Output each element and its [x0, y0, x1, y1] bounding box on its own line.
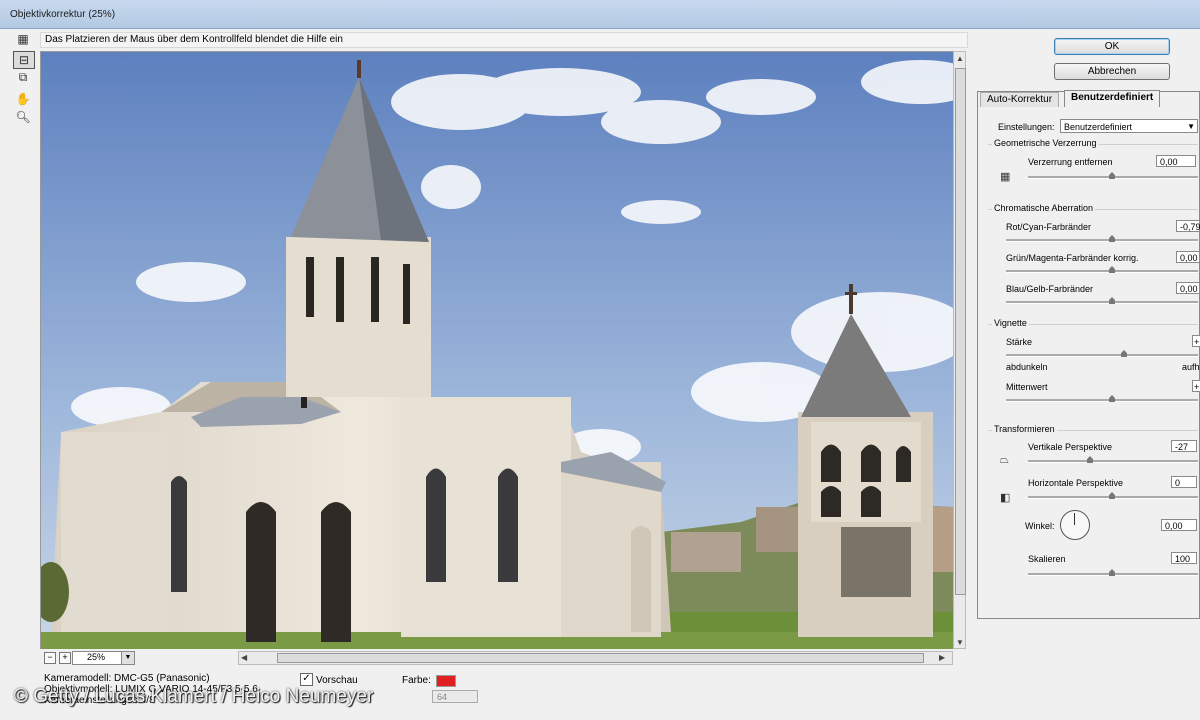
cancel-button[interactable]: Abbrechen [1054, 63, 1170, 80]
window-title-bar: Objektivkorrektur (25%) [0, 0, 1200, 29]
hint-text: Das Platzieren der Maus über dem Kontrol… [45, 34, 343, 45]
zoom-row: − + 25% ▼ ◀ ▶ [40, 649, 966, 665]
lighten-label: aufh [1182, 362, 1200, 372]
green-magenta-label: Grün/Magenta-Farbränder korrig. [1006, 253, 1139, 263]
vertical-perspective-label: Vertikale Perspektive [1028, 442, 1113, 452]
angle-input[interactable]: 0,00 [1161, 519, 1197, 531]
vertical-scroll-thumb[interactable] [955, 68, 966, 595]
vignette-strength-slider[interactable] [1006, 354, 1198, 357]
tool-palette: ▦ ⊟ ⧉ ✋ 🔍︎ [10, 31, 36, 131]
tab-auto-correction[interactable]: Auto-Korrektur [980, 92, 1060, 107]
vertical-perspective-input[interactable]: -27 [1171, 440, 1197, 452]
distortion-tool-icon[interactable]: ▦ [13, 31, 33, 47]
settings-panel: Auto-Korrektur Benutzerdefiniert Einstel… [977, 90, 1200, 619]
green-magenta-slider[interactable] [1006, 270, 1198, 273]
blue-yellow-label: Blau/Gelb-Farbränder [1006, 284, 1094, 294]
scale-input[interactable]: 100 [1171, 552, 1197, 564]
horizontal-scrollbar[interactable]: ◀ ▶ [238, 651, 953, 665]
vertical-scrollbar[interactable]: ▲ ▼ [953, 51, 966, 649]
darken-label: abdunkeln [1006, 362, 1048, 372]
camera-model: Kameramodell: DMC-G5 (Panasonic) [44, 673, 210, 684]
grid-tool-icon[interactable]: ⧉ [13, 69, 33, 85]
grid-color-swatch[interactable] [436, 675, 456, 687]
chevron-down-icon[interactable]: ▼ [121, 651, 135, 665]
zoom-tool-icon[interactable]: 🔍︎ [13, 109, 33, 125]
straighten-tool-icon[interactable]: ⊟ [13, 51, 35, 69]
zoom-value: 25% [87, 652, 106, 662]
green-magenta-input[interactable]: 0,00 [1176, 251, 1200, 263]
geometric-distortion-group: Geometrische Verzerrung [988, 138, 1198, 195]
blue-yellow-slider[interactable] [1006, 301, 1198, 304]
group-title: Vignette [992, 318, 1029, 328]
red-cyan-slider[interactable] [1006, 239, 1198, 242]
remove-distortion-label: Verzerrung entfernen [1028, 157, 1113, 167]
red-cyan-input[interactable]: -0,79 [1176, 220, 1200, 232]
window-title: Objektivkorrektur (25%) [10, 9, 116, 20]
remove-distortion-input[interactable]: 0,00 [1156, 155, 1196, 167]
scale-label: Skalieren [1028, 554, 1066, 564]
scroll-down-icon[interactable]: ▼ [956, 638, 964, 647]
angle-label: Winkel: [1025, 521, 1055, 531]
midpoint-slider[interactable] [1006, 399, 1198, 402]
vertical-perspective-icon: ⏢ [1000, 454, 1009, 466]
settings-value: Benutzerdefiniert [1064, 122, 1133, 132]
settings-label: Einstellungen: [998, 122, 1055, 132]
tab-custom[interactable]: Benutzerdefiniert [1064, 90, 1161, 107]
copyright-watermark: © Getty / Lucas Klamert / Heico Neumeyer [14, 686, 374, 707]
preview-image[interactable] [40, 51, 955, 651]
scroll-up-icon[interactable]: ▲ [956, 54, 964, 63]
grid-size-value: 64 [437, 692, 448, 702]
horizontal-perspective-icon: ◧ [1000, 492, 1011, 504]
scroll-right-icon[interactable]: ▶ [939, 653, 945, 662]
horizontal-scroll-thumb[interactable] [277, 653, 924, 663]
vignette-strength-label: Stärke [1006, 337, 1033, 347]
horizontal-perspective-label: Horizontale Perspektive [1028, 478, 1124, 488]
vignette-strength-input[interactable]: + [1192, 335, 1200, 347]
midpoint-label: Mittenwert [1006, 382, 1048, 392]
preview-label: Vorschau [316, 675, 358, 686]
scroll-left-icon[interactable]: ◀ [241, 653, 247, 662]
group-title: Transformieren [992, 424, 1057, 434]
zoom-in-button[interactable]: + [59, 652, 71, 664]
horizontal-perspective-input[interactable]: 0 [1171, 476, 1197, 488]
red-cyan-label: Rot/Cyan-Farbränder [1006, 222, 1092, 232]
chevron-down-icon: ▼ [1187, 122, 1195, 131]
ok-button[interactable]: OK [1054, 38, 1170, 55]
grid-size-select[interactable]: 64 [432, 690, 478, 703]
color-label: Farbe: [402, 675, 431, 686]
group-title: Geometrische Verzerrung [992, 138, 1099, 148]
church-photo [41, 52, 954, 650]
group-title: Chromatische Aberration [992, 203, 1096, 213]
zoom-out-button[interactable]: − [44, 652, 56, 664]
hand-tool-icon[interactable]: ✋ [13, 91, 33, 107]
angle-dial[interactable] [1060, 510, 1090, 540]
hint-bar: Das Platzieren der Maus über dem Kontrol… [40, 32, 968, 48]
midpoint-input[interactable]: + [1192, 380, 1200, 392]
settings-select[interactable]: Benutzerdefiniert ▼ [1060, 119, 1198, 133]
blue-yellow-input[interactable]: 0,00 [1176, 282, 1200, 294]
distortion-icon: ▦ [1000, 171, 1011, 183]
vertical-perspective-slider[interactable] [1028, 460, 1198, 463]
transform-group: Transformieren [988, 424, 1198, 581]
preview-checkbox[interactable]: ✓ [300, 673, 313, 686]
